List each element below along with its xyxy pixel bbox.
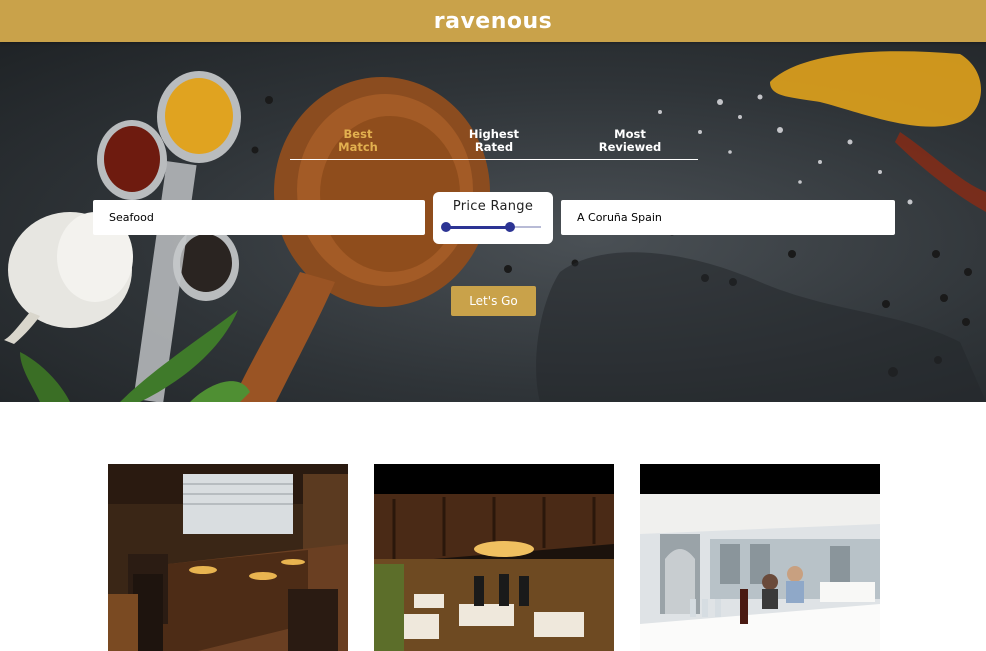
price-range-filter: Price Range: [433, 192, 553, 244]
app-logo: ravenous: [433, 8, 553, 34]
search-location-input[interactable]: [561, 200, 895, 235]
price-range-label: Price Range: [452, 199, 534, 214]
business-card[interactable]: [108, 464, 348, 651]
business-image: [108, 464, 348, 651]
business-image: [640, 464, 880, 651]
search-hero: Best Match Highest Rated Most Reviewed P…: [0, 42, 986, 402]
price-slider-max-handle[interactable]: [505, 222, 515, 232]
sort-tab-label-line2: Rated: [474, 140, 514, 154]
sort-tab-label-line2: Reviewed: [598, 140, 662, 154]
business-card[interactable]: [374, 464, 614, 651]
business-image: [374, 464, 614, 651]
top-nav: ravenous: [0, 0, 986, 42]
search-term-input[interactable]: [93, 200, 425, 235]
sort-tab-most-reviewed[interactable]: Most Reviewed: [562, 128, 698, 160]
price-slider-selected-range: [445, 226, 509, 229]
business-card[interactable]: [640, 464, 880, 651]
price-slider-min-handle[interactable]: [441, 222, 451, 232]
sort-tab-best-match[interactable]: Best Match: [290, 128, 426, 160]
sort-tab-label-line2: Match: [338, 140, 378, 154]
sort-options: Best Match Highest Rated Most Reviewed: [290, 128, 698, 160]
sort-tabs-underline: [290, 159, 698, 160]
sort-tab-highest-rated[interactable]: Highest Rated: [426, 128, 562, 160]
search-submit-button[interactable]: Let's Go: [451, 286, 536, 316]
